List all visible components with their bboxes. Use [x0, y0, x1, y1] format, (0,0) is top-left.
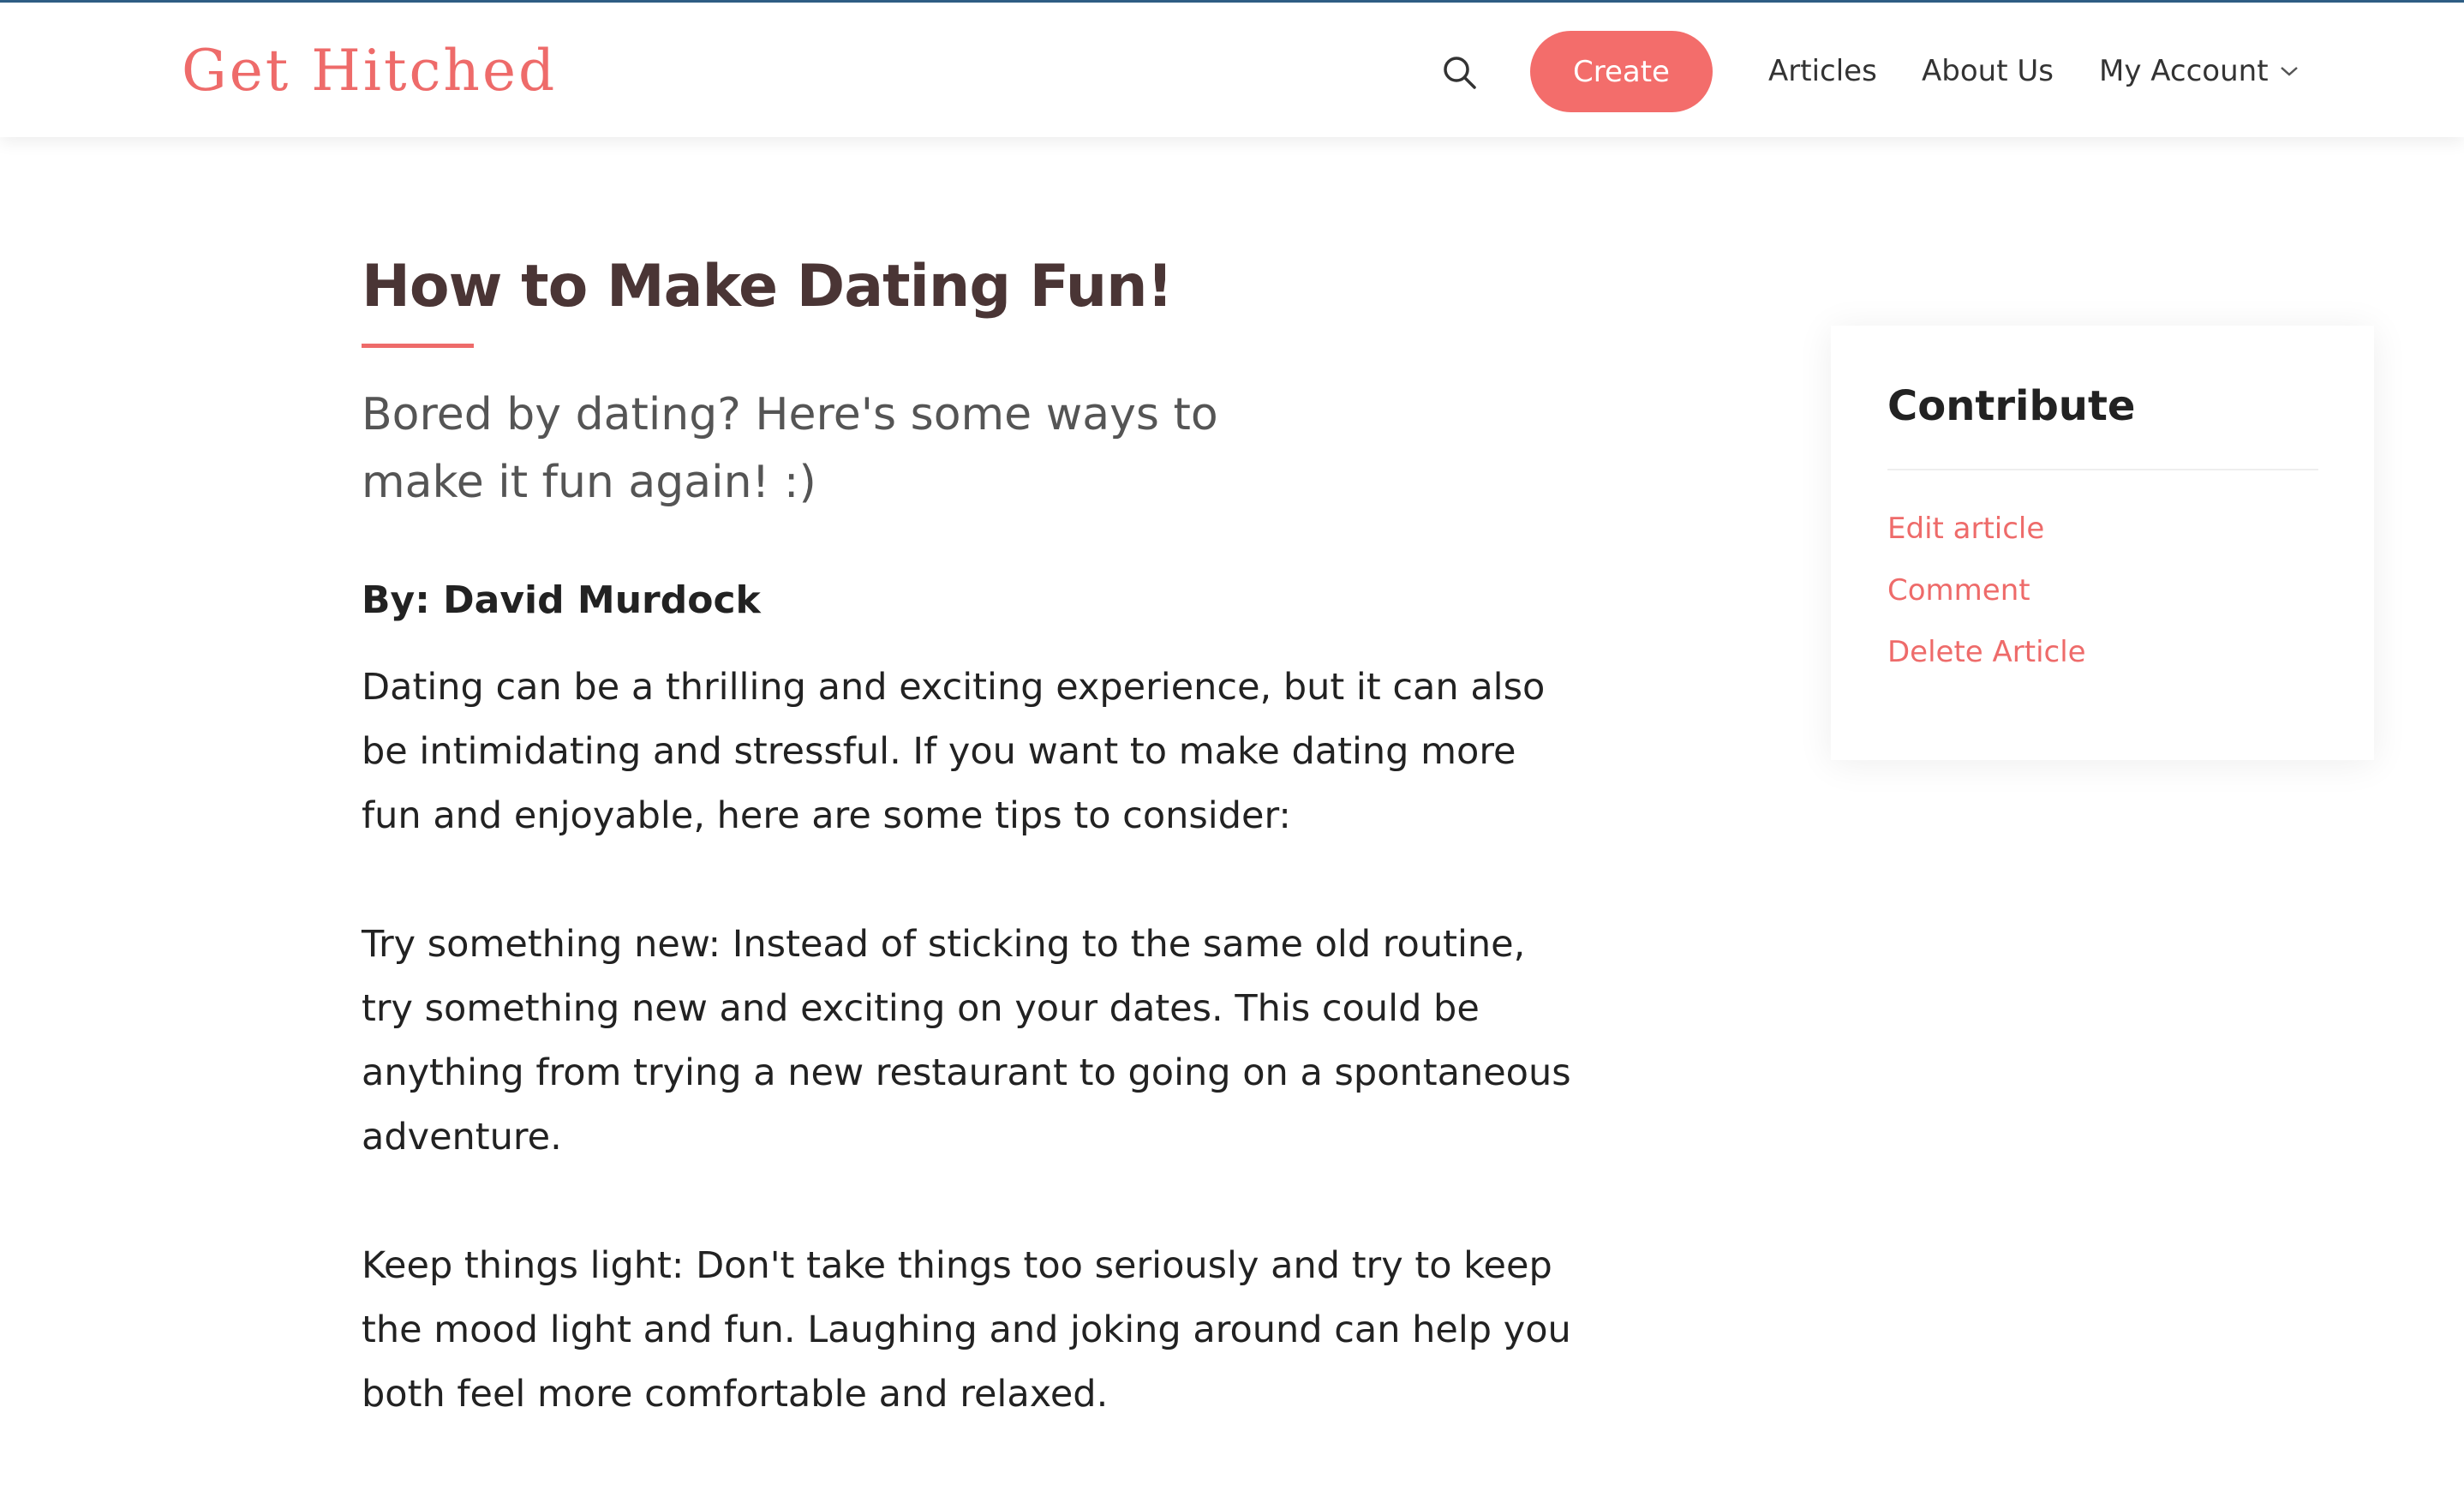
nav-articles[interactable]: Articles: [1768, 51, 1877, 92]
title-underline: [362, 344, 474, 348]
article-body: Dating can be a thrilling and exciting e…: [362, 656, 1578, 1491]
article-paragraph: Try something new: Instead of sticking t…: [362, 923, 1571, 1159]
nav-my-account[interactable]: My Account: [2099, 51, 2300, 92]
chevron-down-icon: [2280, 67, 2298, 76]
nav-my-account-label: My Account: [2099, 54, 2269, 88]
article-subtitle: Bored by dating? Here's some ways to mak…: [362, 389, 1218, 508]
article-title: How to Make Dating Fun!: [362, 253, 1174, 320]
article-paragraph: Keep things light: Don't take things too…: [362, 1244, 1571, 1416]
comment-link[interactable]: Comment: [1887, 569, 2030, 612]
article-paragraph: Dating can be a thrilling and exciting e…: [362, 666, 1546, 837]
contribute-title: Contribute: [1887, 382, 2136, 430]
edit-article-link[interactable]: Edit article: [1887, 507, 2044, 550]
site-header: Get Hitched Create Articles About Us My …: [0, 3, 2464, 137]
search-icon: [1444, 57, 1476, 89]
contribute-card: Contribute Edit article Comment Delete A…: [1831, 326, 2374, 760]
create-button[interactable]: Create: [1530, 31, 1713, 112]
delete-article-link[interactable]: Delete Article: [1887, 631, 2086, 674]
site-logo[interactable]: Get Hitched: [182, 35, 557, 107]
nav-about-us[interactable]: About Us: [1922, 51, 2054, 92]
article-byline: By: David Murdock: [362, 578, 761, 622]
search-button[interactable]: [1441, 54, 1479, 92]
sidebar-divider: [1887, 469, 2318, 470]
